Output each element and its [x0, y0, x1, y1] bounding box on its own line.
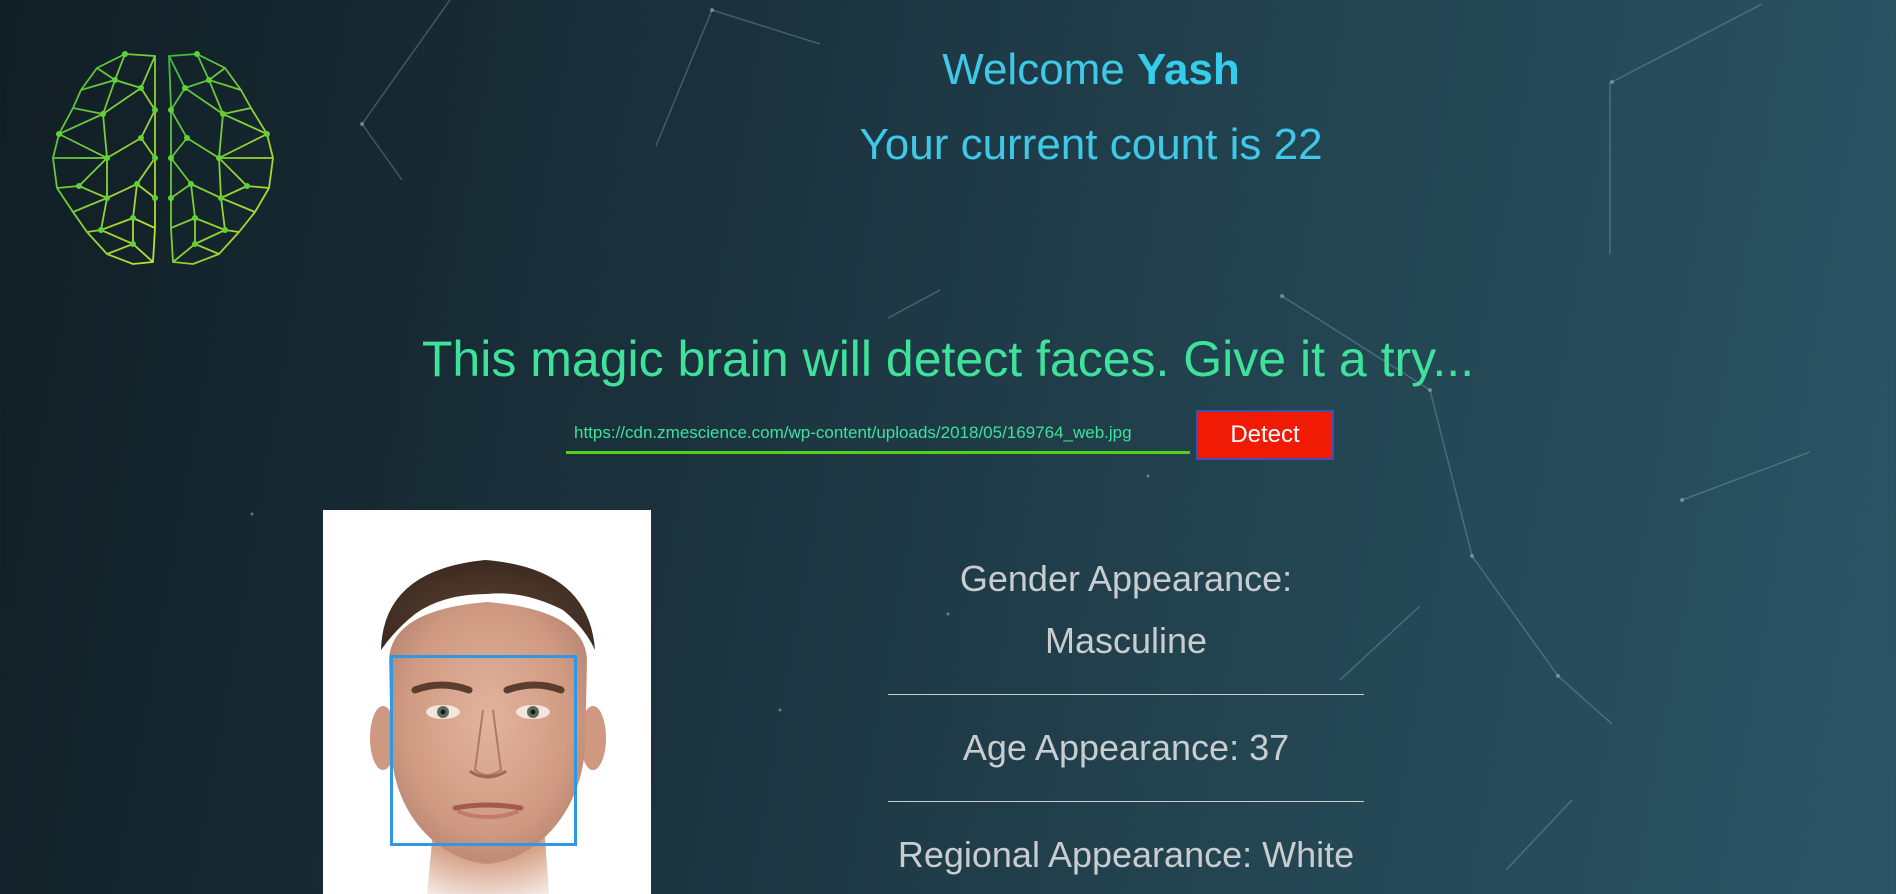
detect-button[interactable]: Detect [1196, 410, 1334, 460]
divider [888, 801, 1364, 802]
face-bounding-box [390, 655, 577, 846]
user-name: Yash [1137, 45, 1240, 94]
tagline: This magic brain will detect faces. Give… [421, 331, 1475, 387]
current-count: Your current count is 22 [859, 120, 1323, 169]
face-image [323, 510, 651, 894]
welcome-heading: Welcome Yash [0, 45, 1896, 95]
gender-label: Gender Appearance: [959, 558, 1293, 599]
image-url-input[interactable] [566, 414, 1190, 454]
region-result: Regional Appearance: White [897, 834, 1355, 875]
divider [888, 694, 1364, 695]
gender-value: Masculine [1044, 620, 1208, 661]
age-result: Age Appearance: 37 [962, 727, 1290, 768]
detection-results: Gender Appearance: Masculine Age Appeara… [888, 548, 1364, 886]
welcome-prefix: Welcome [942, 45, 1125, 94]
